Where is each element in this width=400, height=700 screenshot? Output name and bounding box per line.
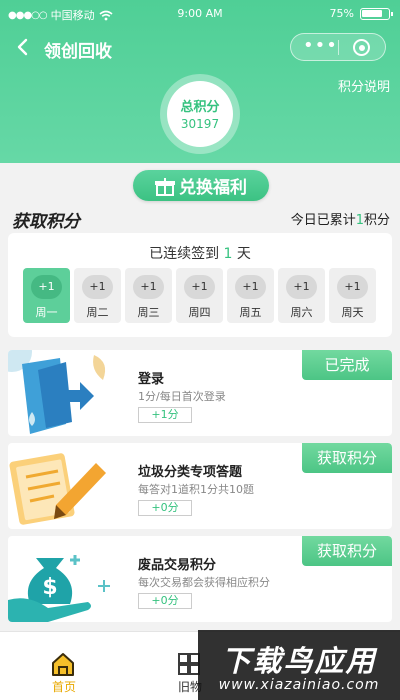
today-points-value: 1: [355, 213, 364, 228]
task-name: 登录: [138, 372, 165, 387]
day-points: +1: [286, 275, 317, 299]
watermark-url: www.xiazainiao.com: [218, 677, 380, 693]
task-points: +0分: [138, 500, 192, 516]
task-get-points-button[interactable]: 获取积分: [302, 536, 392, 566]
signin-day-3[interactable]: +1 周三: [125, 268, 172, 323]
total-score-ring: 总积分 30197: [160, 74, 240, 154]
task-name: 垃圾分类专项答题: [138, 465, 243, 480]
day-points: +1: [235, 275, 266, 299]
day-points: +1: [337, 275, 368, 299]
day-label: 周三: [137, 306, 160, 319]
signin-day-5[interactable]: +1 周五: [227, 268, 274, 323]
battery-percent: 75%: [329, 7, 354, 20]
header-background: ●●●○○ 中国移动 9:00 AM 75% 领创回收 ••• 积分说明 总积分…: [0, 0, 400, 163]
exchange-benefits-button[interactable]: 兑换福利: [133, 170, 269, 201]
signin-week: +1 周一 +1 周二 +1 周三 +1 周四 +1 周五 +1 周六 +1 周天: [23, 268, 378, 323]
status-right: 75%: [329, 7, 393, 20]
day-label: 周天: [341, 306, 364, 319]
watermark: 下载鸟应用 www.xiazainiao.com: [198, 630, 400, 700]
watermark-title: 下载鸟应用: [221, 644, 377, 678]
day-points: +1: [184, 275, 215, 299]
task-trade: $ 废品交易积分 每次交易都会获得相应积分 +0分 获取积分: [8, 536, 392, 622]
tab-home-label: 首页: [51, 680, 76, 694]
gift-icon: [155, 176, 175, 196]
earn-points-title: 获取积分: [12, 212, 80, 232]
total-score-label: 总积分: [180, 100, 220, 115]
task-name: 废品交易积分: [138, 558, 217, 573]
day-points: +1: [31, 275, 62, 299]
task-description: 每次交易都会获得相应积分: [138, 576, 270, 589]
chevron-left-icon[interactable]: [14, 36, 32, 58]
status-bar: ●●●○○ 中国移动 9:00 AM 75%: [0, 0, 400, 28]
signin-day-1[interactable]: +1 周一: [23, 268, 70, 323]
mini-program-capsule: •••: [290, 33, 386, 61]
day-label: 周一: [35, 306, 58, 319]
battery-icon: [360, 7, 393, 20]
task-login: 登录 1分/每日首次登录 +1分 已完成: [8, 350, 392, 436]
signin-day-2[interactable]: +1 周二: [74, 268, 121, 323]
home-icon: [52, 653, 74, 676]
total-score-circle: 总积分 30197: [167, 81, 233, 147]
quiz-pencil-icon: [9, 453, 106, 525]
day-label: 周六: [290, 306, 313, 319]
svg-text:$: $: [42, 575, 57, 600]
signin-card: 已连续签到 1 天 +1 周一 +1 周二 +1 周三 +1 周四 +1 周五 +1 周六 …: [8, 233, 392, 337]
exchange-label: 兑换福利: [179, 178, 247, 198]
points-rules-link[interactable]: 积分说明: [338, 76, 390, 95]
login-door-icon: [8, 350, 106, 434]
task-points: +0分: [138, 593, 192, 609]
task-completed-button[interactable]: 已完成: [302, 350, 392, 380]
task-points: +1分: [138, 407, 192, 423]
day-points: +1: [82, 275, 113, 299]
signin-day-4[interactable]: +1 周四: [176, 268, 223, 323]
task-get-points-button[interactable]: 获取积分: [302, 443, 392, 473]
tab-home[interactable]: 首页: [24, 632, 104, 700]
signin-day-6[interactable]: +1 周六: [278, 268, 325, 323]
day-label: 周二: [86, 306, 109, 319]
day-label: 周四: [188, 306, 211, 319]
page-title: 领创回收: [44, 42, 112, 62]
total-score-value: 30197: [180, 117, 220, 131]
close-target-icon[interactable]: [353, 39, 370, 56]
more-icon[interactable]: •••: [303, 37, 337, 55]
task-description: 1分/每日首次登录: [138, 390, 226, 403]
day-points: +1: [133, 275, 164, 299]
capsule-divider: [338, 40, 339, 55]
signin-streak-days: 1: [223, 246, 233, 262]
signin-day-7[interactable]: +1 周天: [329, 268, 376, 323]
today-points-summary: 今日已累计1积分: [290, 213, 390, 228]
day-label: 周五: [239, 306, 262, 319]
task-quiz: 垃圾分类专项答题 每答对1道积1分共10题 +0分 获取积分: [8, 443, 392, 529]
task-description: 每答对1道积1分共10题: [138, 483, 254, 496]
signin-streak-text: 已连续签到 1 天: [149, 246, 251, 262]
money-bag-icon: $: [8, 555, 110, 622]
